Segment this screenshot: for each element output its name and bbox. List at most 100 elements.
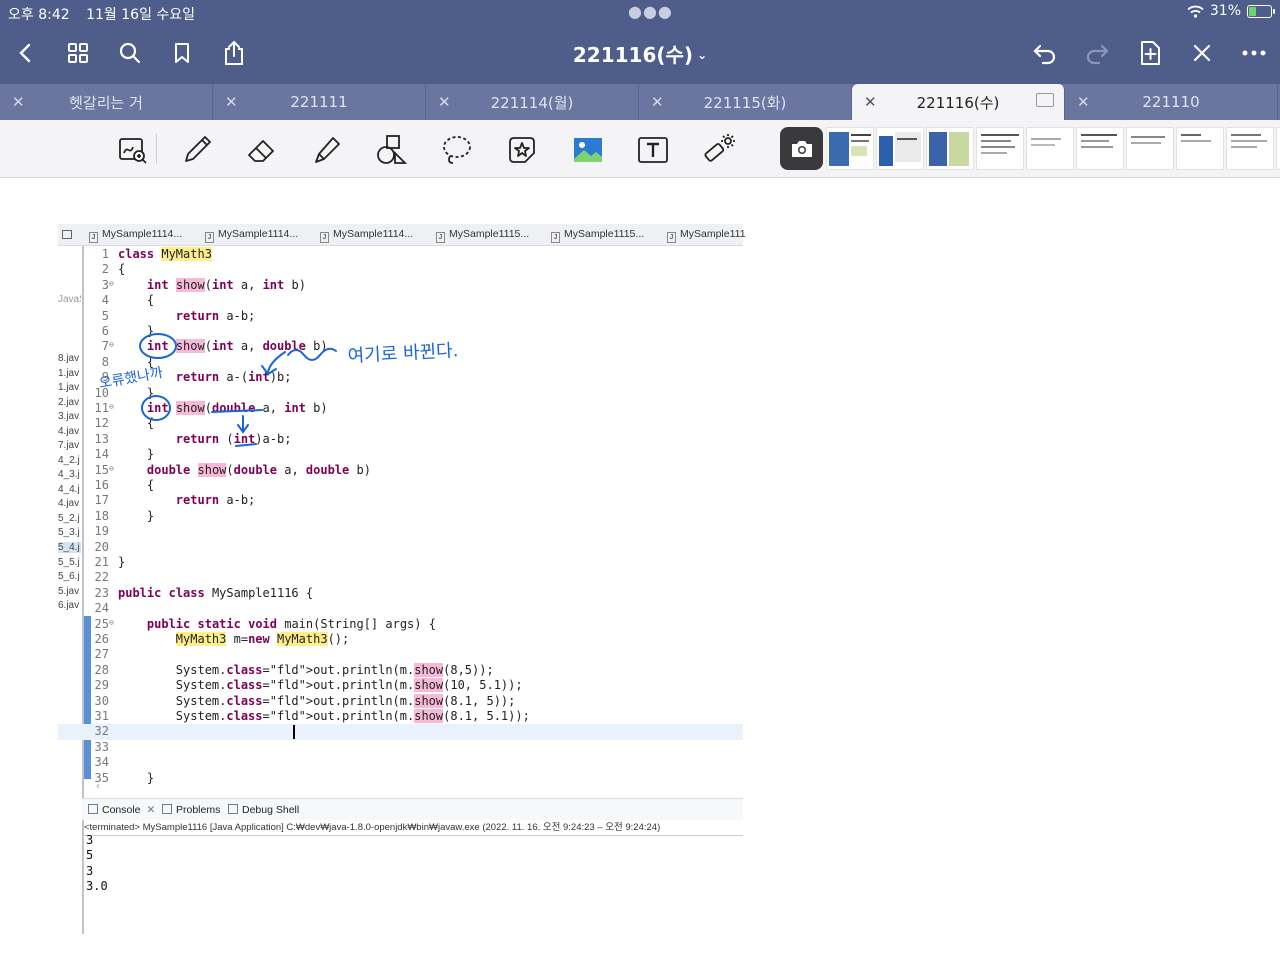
tab-221114[interactable]: ✕ 221114(월): [426, 84, 639, 120]
code-line[interactable]: 2{: [58, 262, 743, 277]
fold-toggle-icon[interactable]: ⊖: [109, 337, 114, 352]
line-number: 14: [94, 447, 109, 462]
code-line[interactable]: 9 return a-(int)b;: [58, 370, 743, 385]
tab-221116[interactable]: ✕ 221116(수): [852, 84, 1065, 120]
tab-221111[interactable]: ✕ 221111: [213, 84, 426, 120]
status-time: 오후 8:42 11월 16일 수요일: [8, 4, 195, 24]
code-line[interactable]: 4 {: [58, 293, 743, 308]
code-line[interactable]: 34: [58, 755, 743, 770]
notebook-tabs: ✕ 헷갈리는 거 ✕ 221111 ✕ 221114(월) ✕ 221115(화) ✕ 2…: [0, 84, 1280, 120]
code-line[interactable]: 5 return a-b;: [58, 309, 743, 324]
lasso-icon[interactable]: [438, 131, 476, 169]
code-line[interactable]: 8 {: [58, 355, 743, 370]
code-line[interactable]: 18 }: [58, 509, 743, 524]
more-icon[interactable]: [1239, 38, 1269, 68]
laser-icon[interactable]: [700, 131, 738, 169]
close-icon[interactable]: ✕: [864, 93, 877, 111]
page-thumbnail[interactable]: [1126, 127, 1174, 170]
battery-percent: 31%: [1209, 3, 1241, 19]
multitask-dots-icon[interactable]: ●●●: [628, 2, 673, 21]
page-thumbnail[interactable]: [876, 127, 924, 170]
code-line[interactable]: 32: [58, 724, 743, 740]
add-page-icon[interactable]: [1135, 38, 1165, 68]
close-bluetooth-icon[interactable]: [1187, 38, 1217, 68]
split-view-icon[interactable]: [1036, 93, 1054, 107]
fold-toggle-icon[interactable]: ⊖: [109, 399, 114, 414]
code-text: System.class="fld">out.println(m.show(8.…: [118, 693, 516, 708]
eraser-icon[interactable]: [243, 131, 281, 169]
code-line[interactable]: 17 return a-b;: [58, 493, 743, 508]
code-text: class MyMath3: [118, 247, 212, 261]
sticker-icon[interactable]: [503, 131, 541, 169]
code-line[interactable]: 12 {: [58, 416, 743, 431]
page-thumbnail[interactable]: [1026, 127, 1074, 170]
code-line[interactable]: 24: [58, 601, 743, 616]
fold-toggle-icon[interactable]: ⊖: [109, 276, 114, 291]
code-line[interactable]: 15 ⊖ double show(double a, double b): [58, 461, 743, 478]
page-thumbnail[interactable]: [1226, 127, 1274, 170]
code-line[interactable]: 16 {: [58, 478, 743, 493]
file-tab: J MySample1114...: [89, 228, 182, 243]
toolbar-divider: [156, 134, 157, 164]
line-number: 27: [94, 647, 109, 662]
wifi-icon: [1187, 5, 1204, 18]
pen-icon[interactable]: [178, 131, 216, 169]
code-line[interactable]: 20: [58, 540, 743, 555]
shapes-icon[interactable]: [373, 131, 411, 169]
code-line[interactable]: 26 MyMath3 m=new MyMath3();: [58, 632, 743, 647]
text-icon[interactable]: [634, 131, 672, 169]
code-line[interactable]: 30 System.class="fld">out.println(m.show…: [58, 693, 743, 709]
line-number: 11: [94, 401, 109, 415]
code-line[interactable]: 23 public class MySample1116 {: [58, 586, 743, 601]
page-thumbnail[interactable]: [926, 127, 974, 170]
fold-toggle-icon[interactable]: ⊖: [109, 461, 114, 476]
code-line[interactable]: 31 System.class="fld">out.println(m.show…: [58, 709, 743, 724]
code-line[interactable]: 27: [58, 647, 743, 662]
code-line[interactable]: 13 return (int)a-b;: [58, 432, 743, 447]
tab-confusing[interactable]: ✕ 헷갈리는 거: [0, 84, 213, 120]
line-number: 3: [101, 277, 109, 292]
page-thumbnail[interactable]: [1276, 127, 1280, 170]
code-line[interactable]: 19: [58, 524, 743, 539]
code-line[interactable]: 6 }: [58, 324, 743, 339]
camera-icon[interactable]: [780, 127, 823, 170]
close-icon[interactable]: ✕: [225, 93, 238, 111]
code-line[interactable]: 7 ⊖ int show(int a, double b): [58, 339, 743, 354]
goodnotes-app: 오후 8:42 11월 16일 수요일 ●●● 31% 221116(수)⌄: [0, 0, 1280, 960]
tab-221110[interactable]: ✕ 221110: [1065, 84, 1278, 120]
debug-shell-tab: Debug Shell: [228, 804, 299, 816]
highlighter-icon[interactable]: [308, 131, 346, 169]
code-line[interactable]: 14 }: [58, 447, 743, 462]
code-line[interactable]: 10 }: [58, 386, 743, 401]
code-line[interactable]: 29 System.class="fld">out.println(m.show…: [58, 678, 743, 693]
close-icon: ✕: [146, 804, 156, 816]
redo-icon[interactable]: [1082, 38, 1112, 68]
zoom-pen-icon[interactable]: [114, 131, 152, 169]
code-line[interactable]: 33: [58, 740, 743, 755]
tab-221115[interactable]: ✕ 221115(화): [639, 84, 852, 120]
image-icon[interactable]: [569, 131, 607, 169]
code-line[interactable]: 25 ⊖ public static void main(String[] arg…: [58, 617, 743, 632]
code-line[interactable]: 21}: [58, 555, 743, 570]
close-icon[interactable]: ✕: [12, 93, 25, 111]
code-line[interactable]: 3 ⊖ int show(int a, int b): [58, 276, 743, 293]
fold-toggle-icon[interactable]: ⊖: [109, 615, 114, 630]
line-number: 18: [94, 508, 109, 523]
close-icon[interactable]: ✕: [651, 93, 664, 111]
code-text: double show(double a, double b): [146, 462, 371, 477]
undo-icon[interactable]: [1030, 38, 1060, 68]
page-thumbnail[interactable]: [1076, 127, 1124, 170]
code-line[interactable]: 11 ⊖ int show(double a, int b): [58, 401, 743, 416]
page-thumbnail[interactable]: [976, 127, 1024, 170]
line-number: 6: [101, 324, 109, 338]
console-icon: [88, 804, 98, 814]
line-number: 28: [94, 662, 109, 677]
page-thumbnail[interactable]: [826, 127, 874, 170]
code-line[interactable]: 1 class MyMath3: [58, 247, 743, 262]
code-line[interactable]: 22: [58, 570, 743, 585]
code-line[interactable]: 28 System.class="fld">out.println(m.show…: [58, 662, 743, 678]
close-icon[interactable]: ✕: [438, 93, 451, 111]
problems-tab-label: Problems: [176, 804, 221, 816]
page-thumbnail[interactable]: [1176, 127, 1224, 170]
close-icon[interactable]: ✕: [1077, 93, 1090, 111]
